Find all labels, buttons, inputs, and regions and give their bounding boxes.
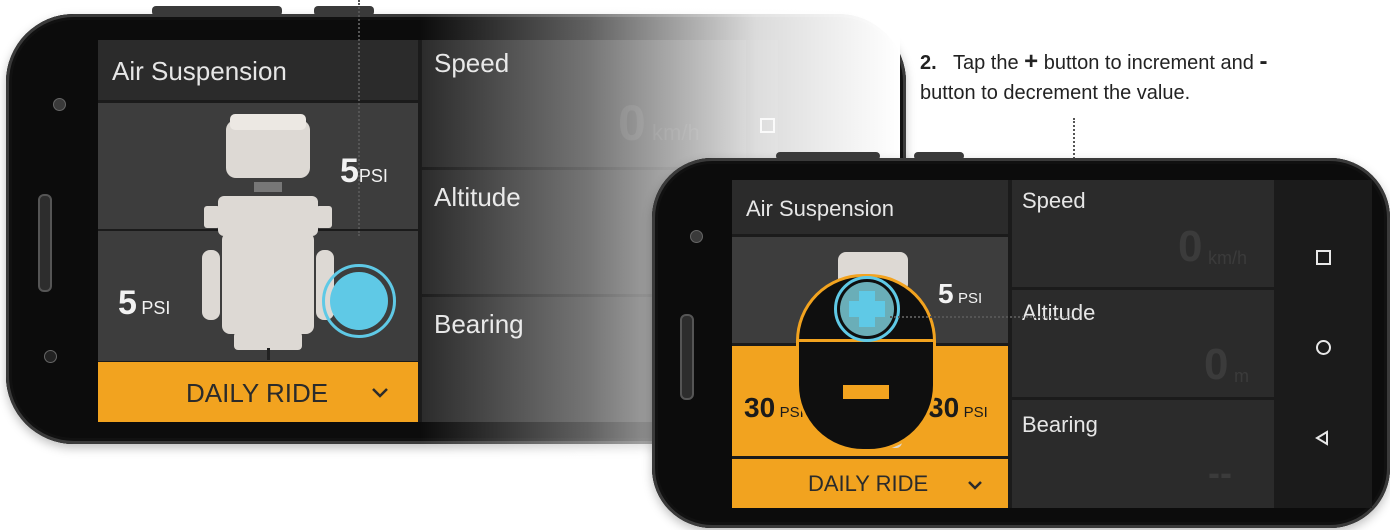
rear-right-pressure-unit: PSI bbox=[963, 404, 988, 421]
front-pressure-readout: 5PSI bbox=[340, 152, 388, 191]
mode-dropdown[interactable]: DAILY RIDE bbox=[98, 362, 418, 422]
touch-indicator-ring bbox=[322, 264, 396, 338]
altitude-value: 0 bbox=[1204, 340, 1229, 389]
home-icon[interactable] bbox=[1316, 340, 1331, 355]
sensor-icon bbox=[44, 350, 57, 363]
air-suspension-header: Air Suspension bbox=[98, 40, 418, 100]
decrement-button[interactable] bbox=[843, 385, 889, 399]
step-number: 2. bbox=[920, 52, 937, 74]
mode-label: DAILY RIDE bbox=[808, 471, 929, 496]
altitude-unit: m bbox=[1234, 366, 1249, 386]
rear-pressure-value: 5 bbox=[118, 284, 137, 322]
front-pressure-unit: PSI bbox=[958, 290, 983, 307]
rear-pressure-unit: PSI bbox=[141, 298, 171, 318]
navigation-bar bbox=[1274, 180, 1372, 508]
speed-label: Speed bbox=[1022, 188, 1086, 213]
power-button bbox=[314, 6, 374, 16]
front-pressure-unit: PSI bbox=[358, 166, 388, 186]
back-icon[interactable] bbox=[1314, 430, 1330, 446]
altitude-label: Altitude bbox=[434, 182, 521, 212]
rear-pressure-readout: 5 PSI bbox=[118, 284, 170, 323]
plus-icon-bar bbox=[849, 301, 885, 317]
front-pressure-value: 5 bbox=[938, 278, 954, 309]
app-screen-small: Air Suspension DAILY RIDE 5 PSI 30 PSI 3… bbox=[732, 180, 1372, 508]
mode-label: DAILY RIDE bbox=[186, 378, 329, 408]
increment-button[interactable] bbox=[840, 282, 894, 336]
front-camera-icon bbox=[53, 98, 66, 111]
rear-left-pressure-readout: 30 PSI bbox=[744, 392, 804, 424]
instruction-part-3: button to decrement the value. bbox=[920, 82, 1191, 104]
bearing-label: Bearing bbox=[1022, 412, 1098, 437]
front-pressure-readout: 5 PSI bbox=[938, 278, 982, 310]
speed-label: Speed bbox=[434, 48, 510, 78]
recent-apps-icon[interactable] bbox=[1316, 250, 1331, 265]
volume-button bbox=[152, 6, 282, 16]
bearing-label: Bearing bbox=[434, 309, 524, 339]
section-title: Air Suspension bbox=[112, 56, 287, 86]
power-button bbox=[914, 152, 964, 160]
speed-unit: km/h bbox=[1208, 248, 1248, 268]
instruction-part-2: button to increment and bbox=[1043, 52, 1254, 74]
altitude-panel: Altitude 0 m bbox=[1012, 290, 1274, 397]
speed-value: 0 bbox=[1178, 222, 1203, 271]
callout-line bbox=[358, 0, 360, 236]
minus-symbol: - bbox=[1259, 48, 1268, 75]
bearing-value: -- bbox=[1208, 452, 1232, 493]
section-title: Air Suspension bbox=[746, 196, 894, 221]
instruction-part-1: Tap the bbox=[953, 52, 1019, 74]
callout-line-horizontal bbox=[890, 316, 1072, 318]
mode-dropdown[interactable]: DAILY RIDE bbox=[732, 459, 1008, 508]
speed-panel: Speed 0 km/h bbox=[1012, 180, 1274, 287]
speed-value: 0 bbox=[618, 95, 646, 151]
recent-apps-icon[interactable] bbox=[760, 118, 775, 133]
phone-small: Air Suspension DAILY RIDE 5 PSI 30 PSI 3… bbox=[652, 152, 1390, 528]
front-pressure-value: 5 bbox=[340, 152, 359, 190]
speaker-grille bbox=[680, 314, 694, 400]
chevron-down-icon bbox=[968, 481, 982, 490]
air-suspension-header: Air Suspension bbox=[732, 180, 1008, 234]
speed-unit: km/h bbox=[652, 120, 700, 145]
volume-button bbox=[776, 152, 880, 160]
speaker-grille bbox=[38, 194, 52, 292]
rear-left-pressure-value: 30 bbox=[744, 392, 776, 423]
speed-panel: Speed 0 km/h bbox=[422, 40, 746, 167]
plus-symbol: + bbox=[1024, 48, 1039, 75]
touch-point-icon bbox=[330, 272, 388, 330]
vehicle-top-view-icon bbox=[202, 114, 334, 360]
altitude-label: Altitude bbox=[1022, 300, 1096, 325]
front-camera-icon bbox=[690, 230, 703, 243]
instruction-text: 2. Tap the + button to increment and - b… bbox=[920, 47, 1380, 108]
bearing-panel: Bearing -- bbox=[1012, 400, 1274, 508]
rear-right-pressure-readout: 30 PSI bbox=[928, 392, 988, 424]
chevron-down-icon bbox=[372, 388, 388, 398]
